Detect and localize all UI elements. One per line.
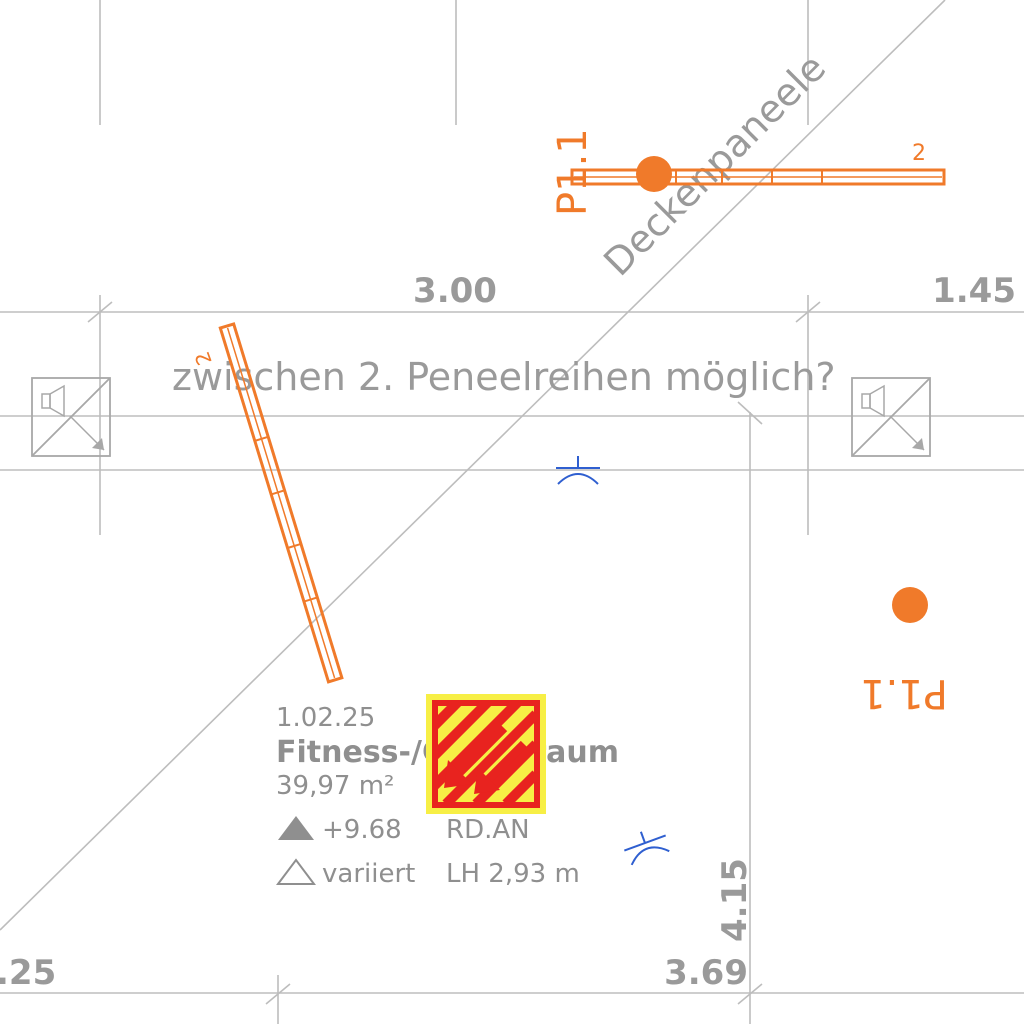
room-clear-height: LH 2,93 m: [446, 859, 580, 889]
dimension-bottom-left: .25: [0, 953, 56, 993]
speaker-outlet-icon: [31, 377, 111, 457]
floor-plan-drawing: 3.00 1.45 .25 3.69 4.15 Deckenpaneele zw…: [0, 0, 1024, 1024]
level-filled-triangle-icon: [278, 816, 314, 840]
room-area: 39,97 m²: [276, 771, 394, 801]
dimension-top-center: 3.00: [413, 271, 497, 311]
room-number: 1.02.25: [276, 703, 375, 733]
room-ceiling-type: RD.AN: [446, 815, 530, 845]
speaker-outlet-icon: [851, 377, 931, 457]
panel-marker-dot: [892, 587, 928, 623]
ceiling-panel-top: [570, 156, 946, 192]
level-outline-triangle-icon: [276, 858, 316, 885]
downlight-icon: [623, 831, 670, 866]
dimension-vertical-right: 4.15: [715, 858, 755, 942]
room-level-bottom: variiert: [322, 859, 415, 889]
question-annotation: zwischen 2. Peneelreihen möglich?: [172, 355, 836, 399]
dimension-top-right: 1.45: [932, 271, 1016, 311]
panel-marker-dot: [636, 156, 672, 192]
room-level-top: +9.68: [322, 815, 402, 845]
emergency-exit-sign-icon: [426, 694, 546, 814]
ceiling-panel-annotation: Deckenpaneele: [595, 45, 834, 284]
panel-count-top: 2: [912, 141, 926, 166]
panel-tag-right: P1.1: [860, 670, 948, 716]
panel-tag-top: P1.1: [550, 128, 596, 216]
dimension-bottom-right: 3.69: [664, 953, 748, 993]
